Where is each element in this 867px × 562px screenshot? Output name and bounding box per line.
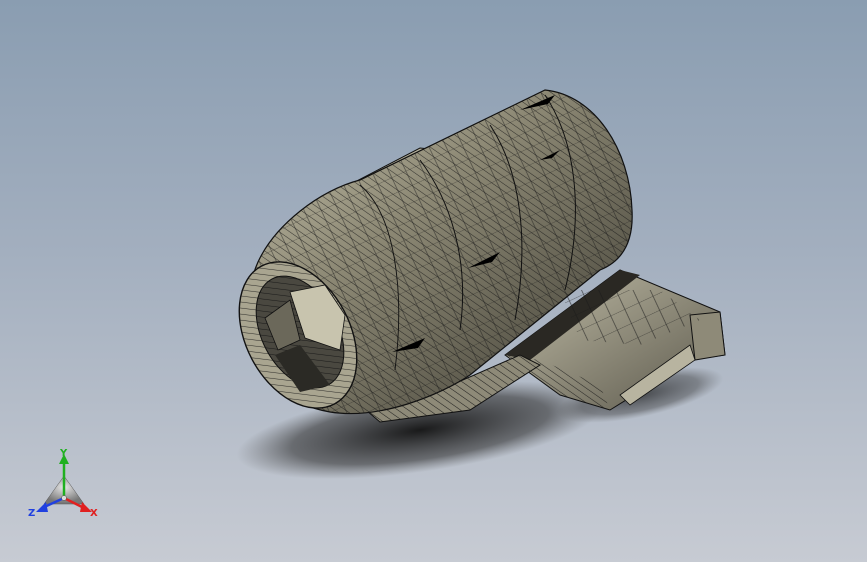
- engine-nacelle-model[interactable]: [0, 0, 867, 562]
- graphics-viewport[interactable]: Y X Z: [0, 0, 867, 562]
- y-axis-label: Y: [59, 448, 68, 459]
- coordinate-triad[interactable]: Y X Z: [26, 448, 106, 520]
- x-axis-label: X: [90, 508, 98, 519]
- z-axis-label: Z: [28, 508, 35, 519]
